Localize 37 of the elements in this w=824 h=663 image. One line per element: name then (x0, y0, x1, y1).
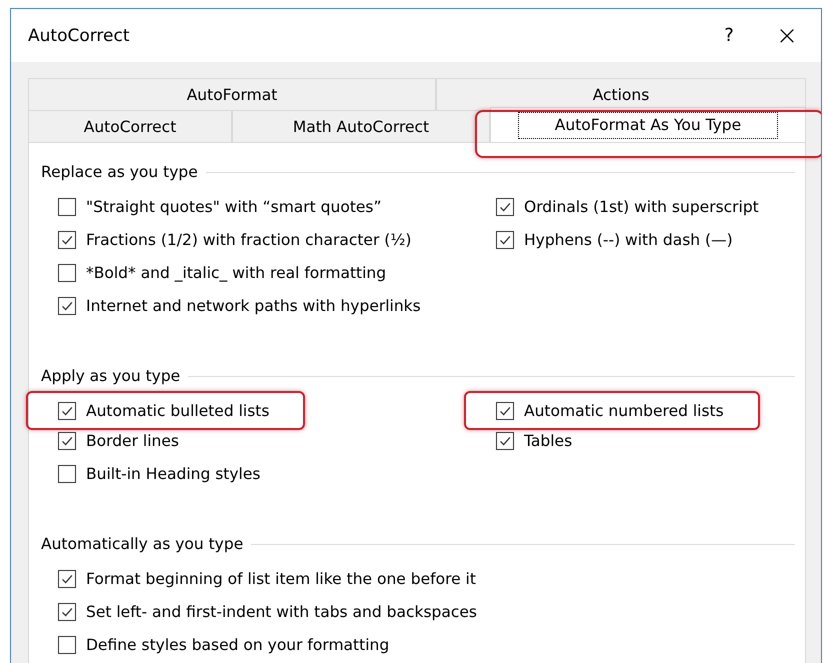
window-title: AutoCorrect (28, 26, 131, 46)
tab[interactable]: AutoCorrect (28, 110, 232, 142)
checkbox-option[interactable]: Fractions (1/2) with fraction character (½) (58, 223, 412, 256)
checkbox[interactable] (496, 432, 514, 450)
checkbox[interactable] (496, 402, 514, 420)
checkbox-option[interactable]: Automatic numbered lists (464, 391, 760, 430)
checkbox-option[interactable]: Format beginning of list item like the one before it (58, 562, 476, 595)
checkbox-option[interactable]: Internet and network paths with hyperlinks (58, 289, 421, 322)
checkbox-option[interactable]: Ordinals (1st) with superscript (496, 190, 759, 223)
checkbox[interactable] (58, 264, 76, 282)
checkbox-option[interactable]: Hyphens (--) with dash (—) (496, 223, 733, 256)
tab[interactable]: Math AutoCorrect (232, 110, 490, 142)
checkbox[interactable] (58, 570, 76, 588)
checkbox[interactable] (58, 432, 76, 450)
checkbox[interactable] (58, 636, 76, 654)
checkbox-option[interactable]: Set left- and first-indent with tabs and backspaces (58, 595, 478, 628)
tab[interactable]: AutoFormat As You Type (490, 107, 806, 142)
checkbox-option[interactable]: Define styles based on your formatting (58, 628, 390, 661)
tab[interactable]: Actions (436, 78, 806, 110)
checkbox[interactable] (58, 198, 76, 216)
checkbox[interactable] (496, 230, 514, 248)
checkbox[interactable] (58, 296, 76, 314)
checkbox-option[interactable]: Built-in Heading styles (58, 457, 260, 490)
group-title: Apply as you type (41, 367, 180, 385)
checkbox-option[interactable]: *Bold* and _italic_ with real formatting (58, 256, 386, 289)
checkbox[interactable] (58, 402, 76, 420)
help-button[interactable]: ? (709, 16, 749, 56)
group-title: Replace as you type (41, 163, 198, 181)
group-title: Automatically as you type (41, 535, 244, 553)
checkbox[interactable] (58, 464, 76, 482)
checkbox[interactable] (58, 230, 76, 248)
close-button[interactable]: × (767, 16, 807, 56)
tab[interactable]: AutoFormat (28, 78, 436, 110)
checkbox[interactable] (496, 198, 514, 216)
checkbox[interactable] (58, 602, 76, 620)
checkbox-option[interactable]: Automatic bulleted lists (26, 391, 306, 430)
checkbox-option[interactable]: "Straight quotes" with “smart quotes” (58, 190, 382, 223)
